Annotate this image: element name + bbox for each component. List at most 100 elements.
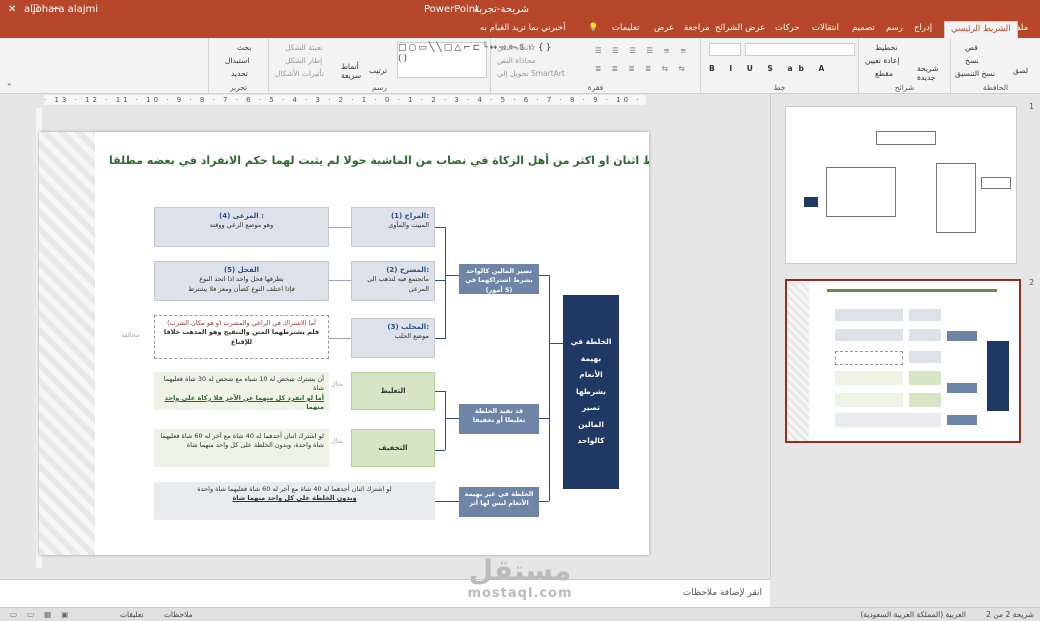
slide-thumbnails-pane: 1 2	[770, 94, 1040, 579]
example-2-box[interactable]: لو اشترك اثنان أحدهما له 40 شاة مع آخر ل…	[154, 429, 329, 467]
condition-2-box[interactable]: (2) المسرح: ماتجتمع فيه لتذهب الى المرعى	[351, 261, 435, 301]
slide-thumbnail-2[interactable]	[785, 279, 1021, 443]
slide-thumbnail-1[interactable]	[785, 106, 1017, 264]
condition-2-title: (2) المسرح:	[386, 266, 429, 274]
connector-line	[445, 418, 459, 419]
watermark-latin: mostaql.com	[467, 586, 573, 601]
connector-line	[435, 391, 445, 392]
font-format-buttons[interactable]: B I U S ab A	[709, 64, 830, 73]
select-button[interactable]: تحديد	[231, 69, 248, 78]
smartart-button[interactable]: تحويل إلى SmartArt	[497, 69, 565, 78]
thumbnail-number-1: 1	[1029, 102, 1035, 111]
user-name[interactable]: aljohara alajmi	[24, 4, 98, 15]
section-button[interactable]: مقطع	[875, 69, 893, 78]
main-concept-box[interactable]: الخلطة في بهيمة الأنعام بشرطها تصير الما…	[563, 295, 619, 489]
connector-line	[435, 450, 445, 451]
tab-help[interactable]: تعليمات	[612, 23, 639, 33]
paste-button[interactable]: لصق	[1013, 66, 1028, 75]
connector-line	[329, 280, 351, 281]
paragraph-align-buttons[interactable]: ☰ ☰ ☰ ☰ ≡ ≡	[595, 46, 690, 55]
notes-pane[interactable]: انقر لإضافة ملاحظات	[0, 579, 770, 607]
tab-animations[interactable]: حركات	[775, 23, 800, 33]
copy-button[interactable]: نسخ	[965, 56, 979, 65]
disagreement-box[interactable]: أما الاشتراك في الراعي والمشرب (و هو مكا…	[154, 315, 329, 359]
condition-4-title: (4) المرعى :	[219, 212, 264, 220]
notes-toggle[interactable]: ملاحظات	[164, 610, 193, 619]
font-name-box[interactable]	[745, 43, 855, 56]
view-buttons[interactable]: ▭▭▦▣	[10, 610, 78, 619]
example-tag-2: مثال	[331, 437, 344, 445]
horizontal-ruler: · 13 · 12 · 11 · 10 · 9 · 8 · 7 · 6 · 5 …	[44, 95, 646, 105]
language-indicator[interactable]: العربية (المملكة العربية السعودية)	[860, 610, 966, 619]
example-2-line-1: لو اشترك اثنان أحدهما له 40 شاة مع آخر ل…	[160, 432, 324, 440]
group-slides: شريحة جديدة تخطيط إعادة تعيين مقطع شرائح	[858, 38, 950, 94]
tab-home[interactable]: الشريط الرئيسي	[944, 21, 1018, 38]
reset-button[interactable]: إعادة تعيين	[865, 56, 899, 65]
ribbon-tabs: ملف الشريط الرئيسي إدراج رسم تصميم انتقا…	[0, 20, 1040, 38]
tab-slideshow[interactable]: عرض الشرائح	[715, 23, 765, 33]
connector-line	[445, 275, 459, 276]
title-bar: ✕☐─ AA aljohara alajmi PowerPoint شريحة-…	[0, 0, 1040, 20]
slide-title[interactable]: الخلطة : أن يختلط اثنان او اكثر من أهل ا…	[109, 154, 649, 167]
paragraph-label: فقرة	[587, 83, 604, 92]
group-drawing: □○▭╲╲▢△⌐⊏╰↔⇨⇦⇧☆{}() ترتيب أنماط سريعة تع…	[268, 38, 551, 94]
shape-effects-button[interactable]: تأثيرات الأشكال	[275, 69, 324, 78]
condition-5-box[interactable]: (5) الفحل بطرقها فحل واحد اذا اتحد النوع…	[154, 261, 329, 301]
condition-2-body: ماتجتمع فيه لتذهب الى المرعى	[367, 275, 429, 293]
condition-5-body-2: فإذا اختلف النوع كضأن ومعز فلا يشترط	[188, 284, 295, 293]
tab-design[interactable]: تصميم	[852, 23, 875, 33]
tab-draw[interactable]: رسم	[886, 23, 903, 33]
condition-box[interactable]: تصير المالين كالواحد بشرط اشتراكهما في (…	[459, 264, 539, 294]
example-3-line-2: وبدون الخلطة على كل واحد منهما شاة	[232, 494, 357, 503]
find-button[interactable]: بحث	[237, 43, 251, 52]
example-3-box[interactable]: لو اشترك اثنان أحدهما له 40 شاة مع آخر ل…	[154, 482, 435, 520]
example-1-box[interactable]: أن يشترك شخص له 10 شياه مع شخص له 30 شاة…	[154, 372, 329, 410]
arrange-button[interactable]: ترتيب	[369, 66, 387, 75]
format-painter-button[interactable]: نسخ التنسيق	[955, 69, 995, 78]
document-title: شريحة-تجربة	[474, 4, 530, 15]
shape-outline-button[interactable]: إطار الشكل	[285, 56, 322, 65]
disagreement-line-1: أما الاشتراك في الراعي والمشرب (و هو مكا…	[167, 319, 316, 327]
collapse-ribbon-icon[interactable]: ⌃	[6, 82, 12, 91]
tab-transitions[interactable]: انتقالات	[812, 23, 839, 33]
connector-line	[435, 501, 459, 502]
example-2-line-2: شاة واحدة، وبدون الخلطة على كل واحد منهم…	[186, 441, 324, 450]
tell-me-search[interactable]: أخبرني بما تريد القيام به	[480, 23, 565, 33]
font-size-box[interactable]	[709, 43, 741, 56]
non-livestock-box[interactable]: الخلطة في غير بهيمة الأنعام ليس لها أثر	[459, 487, 539, 517]
tab-insert[interactable]: إدراج	[914, 23, 932, 33]
group-editing: بحث استبدال تحديد تحرير	[208, 38, 268, 94]
connector-line	[435, 338, 445, 339]
align-text-button[interactable]: محاذاة النص	[497, 56, 536, 65]
replace-button[interactable]: استبدال	[225, 56, 249, 65]
slide-canvas[interactable]: الخلطة : أن يختلط اثنان او اكثر من أهل ا…	[39, 132, 649, 555]
condition-1-box[interactable]: (1) المراح: المبيت والمأوى	[351, 207, 435, 247]
condition-4-box[interactable]: (4) المرعى : وهو موضع الرعي ووقته	[154, 207, 329, 247]
new-slide-button[interactable]: شريحة جديدة	[917, 64, 945, 82]
status-bar: شريحة 2 من 2 العربية (المملكة العربية ال…	[0, 607, 1040, 621]
cut-button[interactable]: قص	[965, 43, 978, 52]
condition-3-box[interactable]: (3) المحلب: موضع الحلب	[351, 318, 435, 358]
connector-line	[539, 275, 549, 276]
tab-view[interactable]: عرض	[654, 23, 674, 33]
shape-fill-button[interactable]: تعبئة الشكل	[285, 43, 323, 52]
quick-styles-button[interactable]: أنماط سريعة	[341, 62, 367, 80]
thumbnail-number-2: 2	[1029, 278, 1035, 287]
shapes-gallery[interactable]: □○▭╲╲▢△⌐⊏╰↔⇨⇦⇧☆{}()	[397, 42, 551, 78]
easing-box[interactable]: التخفيف	[351, 429, 435, 467]
example-1-line-1: أن يشترك شخص له 10 شياه مع شخص له 30 شاة…	[163, 375, 324, 393]
connector-line	[329, 338, 351, 339]
app-name: PowerPoint	[424, 4, 480, 15]
tab-review[interactable]: مراجعة	[684, 23, 710, 33]
layout-button[interactable]: تخطيط	[875, 43, 897, 52]
watermark: مستقل mostaql.com	[455, 556, 585, 602]
condition-5-body-1: بطرقها فحل واحد اذا اتحد النوع	[199, 275, 284, 284]
tightening-box[interactable]: التغليظ	[351, 372, 435, 410]
condition-3-title: (3) المحلب:	[387, 323, 429, 331]
effect-box[interactable]: قد تفيد الخلطة تغليظا أو تخفيفا	[459, 404, 539, 434]
connector-line	[549, 343, 563, 344]
connector-line	[445, 227, 446, 339]
comments-toggle[interactable]: تعليقات	[120, 610, 144, 619]
paragraph-list-buttons[interactable]: ≣ ≣ ≣ ≣ ⇆ ⇆	[595, 64, 689, 73]
connector-line	[435, 227, 445, 228]
